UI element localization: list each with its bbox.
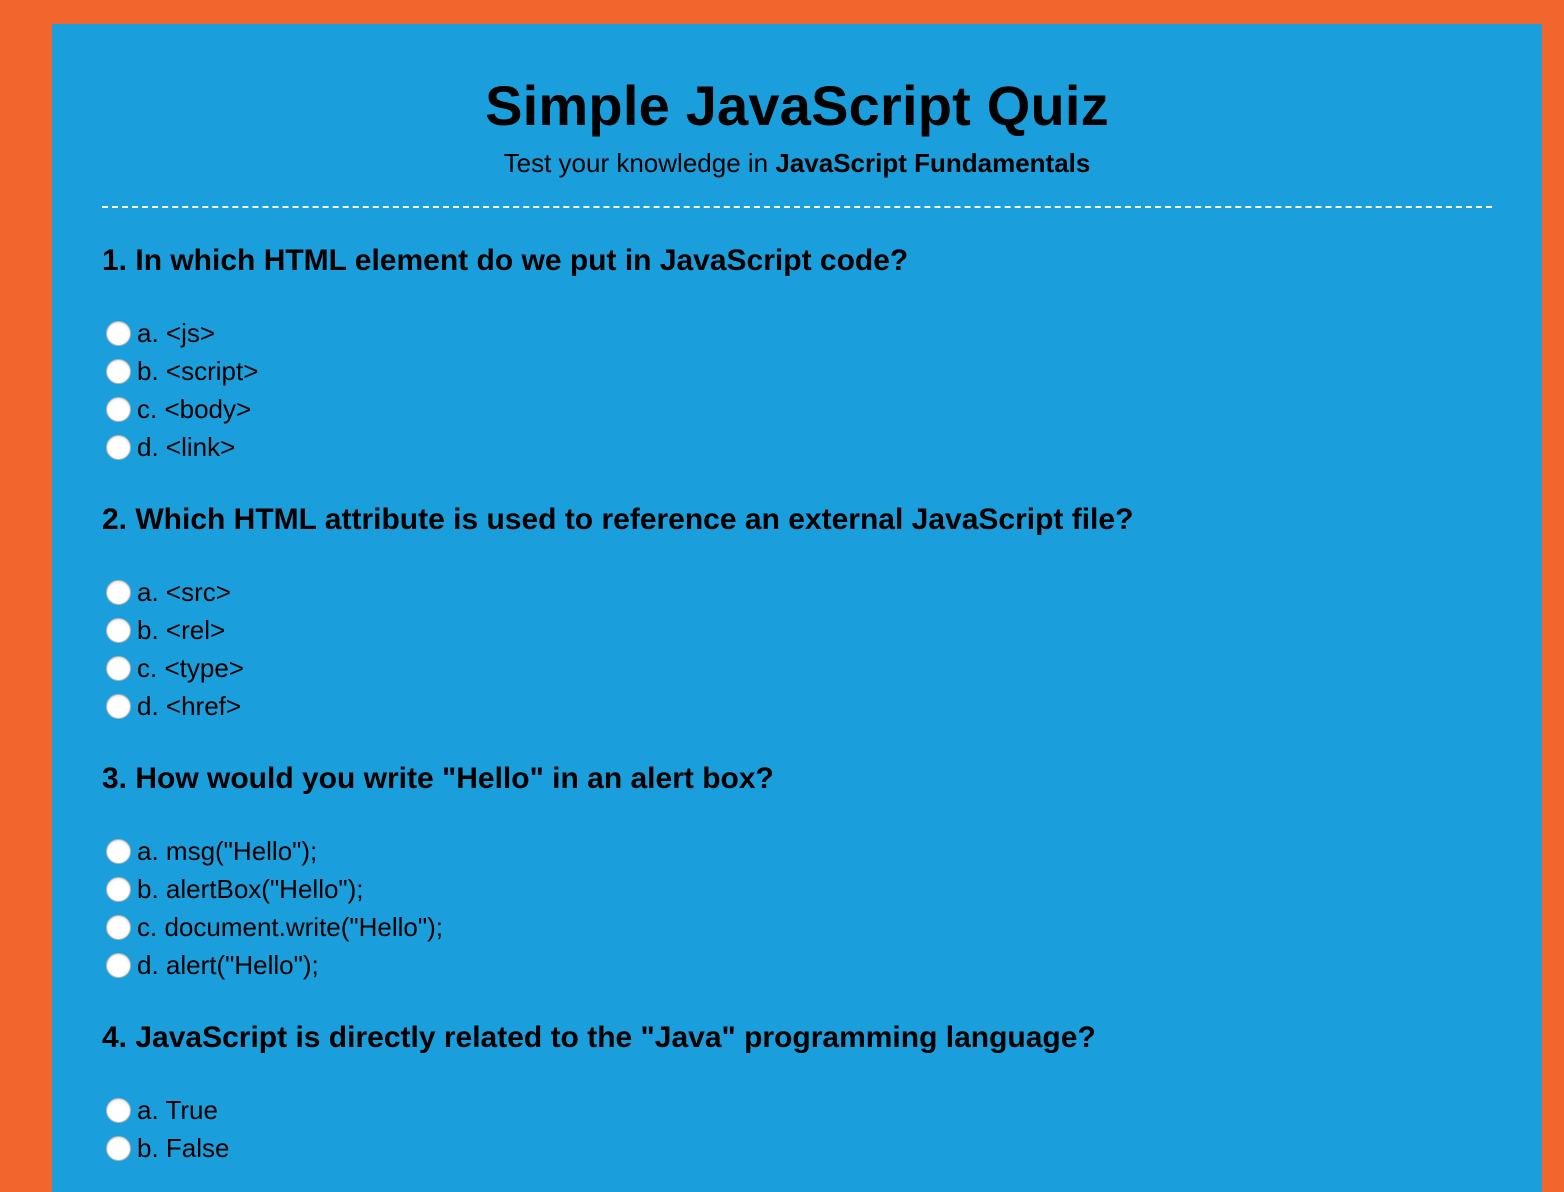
option-label: d. alert("Hello");	[137, 950, 319, 980]
subtitle-topic: JavaScript Fundamentals	[775, 148, 1091, 178]
option-1c[interactable]: c. <body>	[102, 390, 1492, 428]
radio-button[interactable]	[106, 693, 131, 719]
radio-button[interactable]	[106, 655, 131, 681]
answer-options: a. <src> b. <rel> c. <type> d. <href>	[102, 573, 1492, 725]
radio-button[interactable]	[106, 579, 131, 605]
radio-button[interactable]	[106, 396, 131, 422]
option-2c[interactable]: c. <type>	[102, 649, 1492, 687]
question-text: 4. JavaScript is directly related to the…	[102, 1021, 1096, 1054]
radio-button[interactable]	[106, 952, 131, 978]
option-3b[interactable]: b. alertBox("Hello");	[102, 870, 1492, 908]
radio-button[interactable]	[106, 838, 131, 864]
option-label: b. <rel>	[137, 615, 226, 645]
radio-button[interactable]	[106, 320, 131, 346]
option-2a[interactable]: a. <src>	[102, 573, 1492, 611]
answer-options: a. msg("Hello"); b. alertBox("Hello"); c…	[102, 832, 1492, 984]
option-3c[interactable]: c. document.write("Hello");	[102, 908, 1492, 946]
question-text: 3. How would you write "Hello" in an ale…	[102, 762, 774, 795]
page-title: Simple JavaScript Quiz	[485, 74, 1109, 137]
radio-button[interactable]	[106, 434, 131, 460]
option-label: a. True	[137, 1095, 218, 1125]
subtitle-prefix: Test your knowledge in	[503, 148, 776, 178]
option-2d[interactable]: d. <href>	[102, 687, 1492, 725]
option-4a[interactable]: a. True	[102, 1091, 1492, 1129]
option-3a[interactable]: a. msg("Hello");	[102, 832, 1492, 870]
option-label: a. <src>	[137, 577, 231, 607]
option-label: a. msg("Hello");	[137, 836, 318, 866]
option-3d[interactable]: d. alert("Hello");	[102, 946, 1492, 984]
radio-button[interactable]	[106, 914, 131, 940]
option-1a[interactable]: a. <js>	[102, 314, 1492, 352]
radio-button[interactable]	[106, 358, 131, 384]
answer-options: a. True b. False	[102, 1091, 1492, 1167]
option-label: c. <type>	[137, 653, 244, 683]
answer-options: a. <js> b. <script> c. <body> d. <link>	[102, 314, 1492, 466]
question-text: 2. Which HTML attribute is used to refer…	[102, 503, 1134, 536]
option-label: b. <script>	[137, 356, 259, 386]
option-label: d. <href>	[137, 691, 242, 721]
quiz-panel: Simple JavaScript Quiz Test your knowled…	[52, 24, 1542, 1192]
option-label: c. document.write("Hello");	[137, 912, 443, 942]
option-4b[interactable]: b. False	[102, 1129, 1492, 1167]
question-text: 1. In which HTML element do we put in Ja…	[102, 244, 909, 277]
header-divider	[102, 206, 1492, 208]
radio-button[interactable]	[106, 1097, 131, 1123]
option-label: c. <body>	[137, 394, 252, 424]
radio-button[interactable]	[106, 1135, 131, 1161]
question-4: 4. JavaScript is directly related to the…	[102, 1018, 1492, 1167]
question-3: 3. How would you write "Hello" in an ale…	[102, 759, 1492, 984]
option-label: a. <js>	[137, 318, 216, 348]
radio-button[interactable]	[106, 876, 131, 902]
option-label: b. False	[137, 1133, 230, 1163]
option-label: d. <link>	[137, 432, 236, 462]
question-2: 2. Which HTML attribute is used to refer…	[102, 500, 1492, 725]
option-label: b. alertBox("Hello");	[137, 874, 364, 904]
option-2b[interactable]: b. <rel>	[102, 611, 1492, 649]
option-1b[interactable]: b. <script>	[102, 352, 1492, 390]
quiz-header: Simple JavaScript Quiz Test your knowled…	[102, 24, 1492, 179]
page-subtitle: Test your knowledge in JavaScript Fundam…	[102, 148, 1492, 178]
radio-button[interactable]	[106, 617, 131, 643]
option-1d[interactable]: d. <link>	[102, 428, 1492, 466]
question-1: 1. In which HTML element do we put in Ja…	[102, 241, 1492, 466]
